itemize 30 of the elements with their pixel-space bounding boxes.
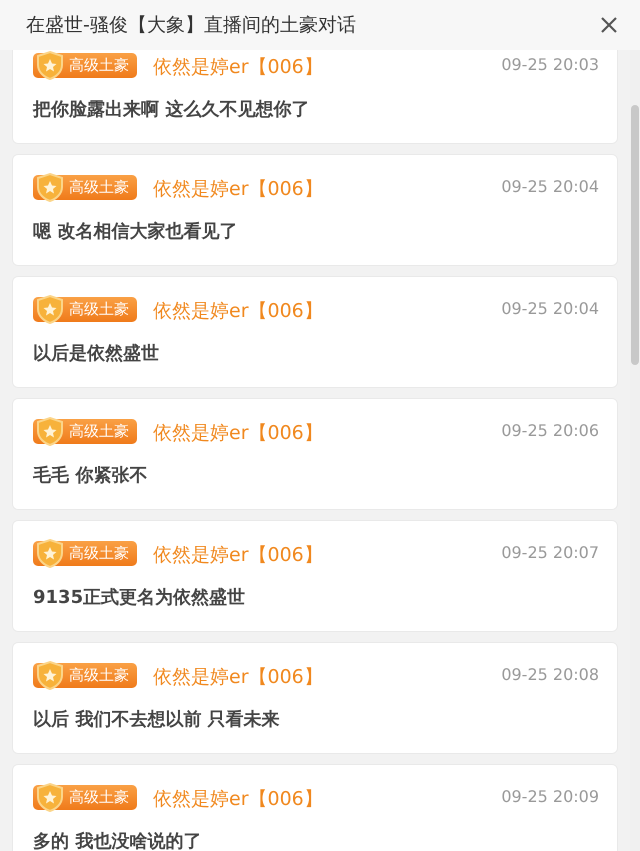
username[interactable]: 依然是婷er【006】 [153,175,323,204]
level-badge: 高级土豪 [33,53,137,78]
username[interactable]: 依然是婷er【006】 [153,53,323,82]
username[interactable]: 依然是婷er【006】 [153,785,323,814]
username[interactable]: 依然是婷er【006】 [153,663,323,692]
level-badge: 高级土豪 [33,541,137,566]
message-text: 毛毛 你紧张不 [33,464,148,488]
message-text: 9135正式更名为依然盛世 [33,586,246,610]
message-text: 以后 我们不去想以前 只看未来 [33,708,281,732]
window-title: 在盛世-骚俊【大象】直播间的土豪对话 [26,12,356,38]
timestamp: 09-25 20:08 [501,664,599,686]
timestamp: 09-25 20:04 [501,176,599,198]
level-badge: 高级土豪 [33,175,137,200]
level-badge: 高级土豪 [33,419,137,444]
level-badge: 高级土豪 [33,297,137,322]
timestamp: 09-25 20:06 [501,420,599,442]
timestamp: 09-25 20:09 [501,786,599,808]
timestamp: 09-25 20:07 [501,542,599,564]
message-text: 嗯 改名相信大家也看见了 [33,220,238,244]
level-badge: 高级土豪 [33,663,137,688]
message-text: 多的 我也没啥说的了 [33,830,202,851]
username[interactable]: 依然是婷er【006】 [153,419,323,448]
close-icon[interactable] [600,16,618,34]
username[interactable]: 依然是婷er【006】 [153,541,323,570]
username[interactable]: 依然是婷er【006】 [153,297,323,326]
timestamp: 09-25 20:03 [501,54,599,76]
message-text: 把你脸露出来啊 这么久不见想你了 [33,98,310,122]
message-text: 以后是依然盛世 [33,342,160,366]
level-badge: 高级土豪 [33,785,137,810]
timestamp: 09-25 20:04 [501,298,599,320]
